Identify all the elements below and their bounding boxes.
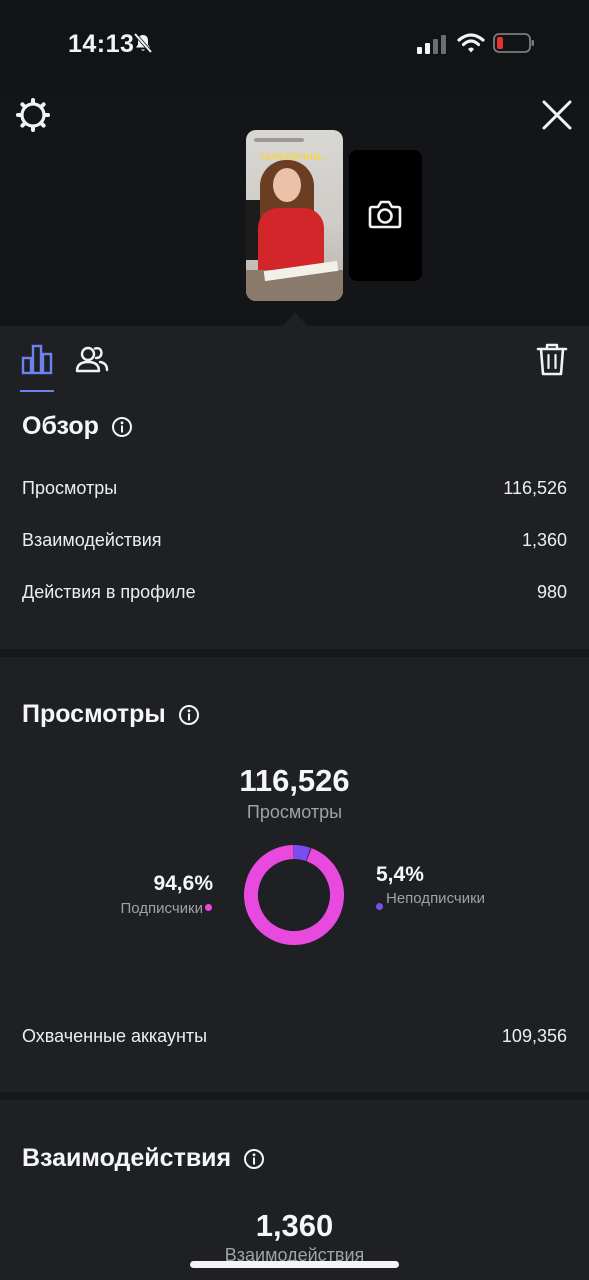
nonfollowers-percent: 5,4%: [376, 863, 424, 886]
donut-followers-segment: [244, 845, 344, 945]
views-total-label: Просмотры: [246, 802, 343, 822]
status-time: 14:13: [68, 30, 135, 58]
trash-icon: [536, 343, 568, 376]
overview-title: Обзор: [22, 412, 99, 440]
tab-bar: [0, 326, 589, 392]
status-bar: 14:13: [0, 0, 589, 90]
info-icon[interactable]: [178, 704, 200, 726]
battery-low-icon: [493, 33, 534, 53]
story-insights-screen: 14:13 ТАРЕЛОЧНИ... Обзор Просмотры 116,5…: [0, 0, 589, 1280]
followers-donut-chart: [244, 845, 344, 945]
metric-label: Действия в профиле: [22, 582, 196, 602]
overview-row-profile-activity: Действия в профиле 980: [22, 582, 567, 603]
close-icon[interactable]: [540, 98, 574, 132]
reached-accounts-row: Охваченные аккаунты 109,356: [22, 1026, 567, 1047]
metric-value: 116,526: [503, 478, 567, 498]
metric-value: 1,360: [521, 530, 567, 550]
tab-insights[interactable]: [20, 342, 56, 392]
nonfollowers-label: Неподписчики: [386, 890, 486, 907]
overview-title-row: Обзор: [22, 412, 133, 441]
bar-chart-icon: [21, 344, 53, 375]
metric-label: Просмотры: [22, 478, 118, 498]
views-total: 116,526: [239, 763, 350, 798]
interactions-total: 1,360: [255, 1208, 334, 1243]
followers-percent: 94,6%: [153, 872, 213, 895]
wifi-icon: [457, 33, 485, 53]
thumbnail-username-bar: [254, 138, 304, 142]
section-divider: [0, 649, 589, 657]
bell-muted-icon: [133, 32, 153, 54]
followers-legend-dot: [205, 904, 212, 911]
views-title-row: Просмотры: [22, 700, 200, 729]
cellular-signal-icon: [417, 35, 446, 54]
story-header: ТАРЕЛОЧНИ...: [0, 90, 589, 326]
gear-icon[interactable]: [15, 97, 51, 133]
tab-audience[interactable]: [74, 342, 110, 378]
metric-value: 109,356: [501, 1026, 567, 1046]
story-thumbnail[interactable]: ТАРЕЛОЧНИ...: [246, 130, 343, 301]
interactions-title: Взаимодействия: [22, 1144, 232, 1172]
metric-label: Охваченные аккаунты: [22, 1026, 208, 1046]
section-divider: [0, 1092, 589, 1100]
metric-value: 980: [536, 582, 567, 602]
views-title: Просмотры: [22, 700, 166, 728]
insights-panel: Обзор Просмотры 116,526 Взаимодействия 1…: [0, 326, 589, 1280]
thumbnail-pointer: [283, 312, 307, 326]
info-icon[interactable]: [243, 1148, 265, 1170]
overview-row-interactions: Взаимодействия 1,360: [22, 530, 567, 551]
followers-label: Подписчики: [120, 900, 203, 917]
delete-button[interactable]: [535, 342, 569, 378]
metric-label: Взаимодействия: [22, 530, 162, 550]
overview-row-views: Просмотры 116,526: [22, 478, 567, 499]
interactions-title-row: Взаимодействия: [22, 1144, 265, 1173]
thumbnail-caption: ТАРЕЛОЧНИ...: [259, 152, 330, 162]
people-icon: [75, 346, 109, 373]
add-story-button[interactable]: [349, 150, 422, 281]
nonfollowers-legend-dot: [376, 903, 383, 910]
camera-icon: [368, 200, 402, 229]
home-indicator[interactable]: [190, 1261, 399, 1268]
active-tab-indicator: [20, 390, 54, 392]
info-icon[interactable]: [111, 416, 133, 438]
